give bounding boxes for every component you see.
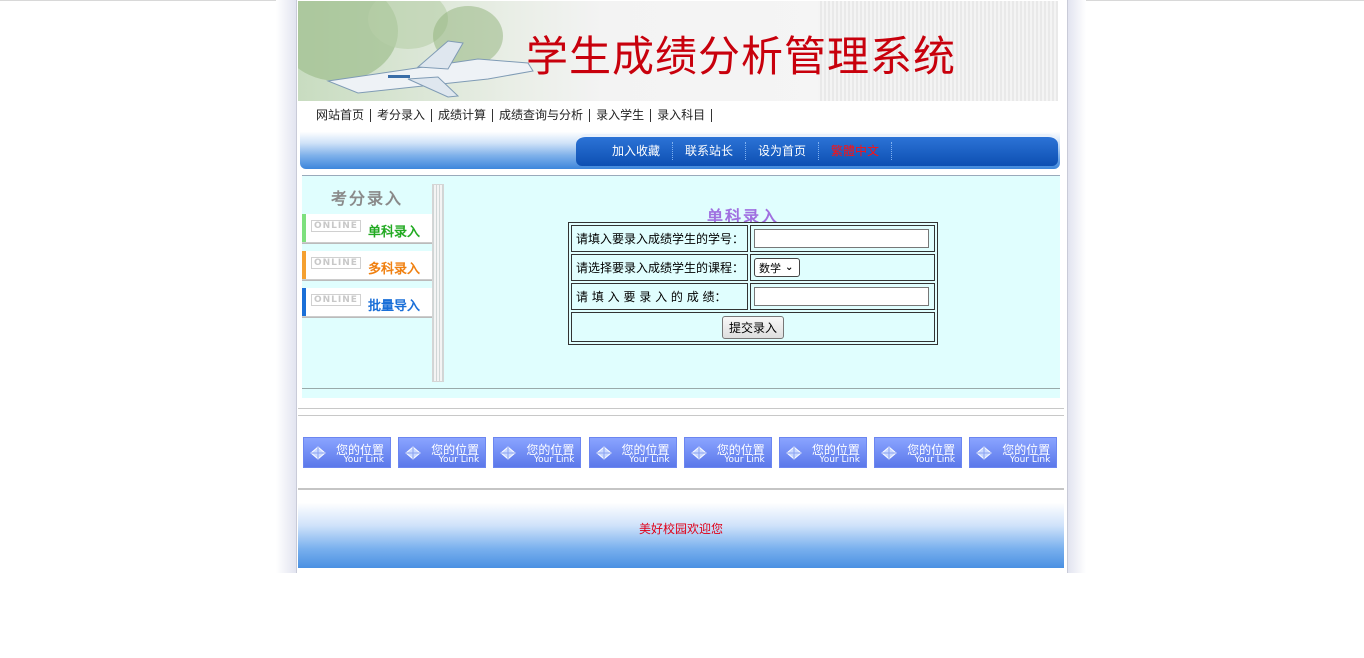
sidebar-item-single-entry[interactable]: ONLINE 单科录入 (302, 214, 432, 243)
page-shadow-left (276, 0, 296, 573)
sidebar-item-label: 批量导入 (367, 299, 420, 314)
link-buttons-row: 您的位置 Your Link 您的位置 Your Link 您的位置 Your … (303, 437, 1061, 468)
gem-icon (690, 446, 707, 460)
course-label: 请选择要录入成绩学生的课程： (571, 254, 748, 281)
divider (298, 415, 1064, 416)
gem-icon (976, 446, 993, 460)
link-button[interactable]: 您的位置 Your Link (683, 437, 772, 468)
footer: 美好校园欢迎您 (298, 491, 1064, 568)
set-homepage-link[interactable]: 设为首页 (746, 142, 820, 160)
page-shadow-right (1068, 0, 1086, 573)
link-button[interactable]: 您的位置 Your Link (969, 437, 1058, 468)
sidebar-item-accent (302, 214, 306, 242)
score-label: 请 填 入 要 录 入 的 成 绩： (571, 283, 748, 310)
traditional-chinese-link[interactable]: 繁體中文 (819, 142, 893, 160)
gem-icon (786, 446, 802, 460)
link-button-subtitle: Your Link (343, 455, 384, 465)
footer-welcome-text: 美好校园欢迎您 (638, 522, 723, 536)
sidebar-heading: 考分录入 (330, 189, 403, 208)
sidebar-item-multi-entry[interactable]: ONLINE 多科录入 (302, 251, 432, 280)
link-button-subtitle: Your Link (533, 455, 575, 465)
online-badge: ONLINE (311, 294, 361, 306)
link-button[interactable]: 您的位置 Your Link (303, 437, 391, 468)
nav-link-score-calc[interactable]: 成绩计算 (432, 109, 494, 122)
nav-link-add-subject[interactable]: 录入科目 (651, 109, 713, 122)
link-button-subtitle: Your Link (914, 455, 956, 465)
gem-icon (881, 446, 897, 460)
add-favorite-link[interactable]: 加入收藏 (600, 142, 674, 160)
sub-navbar: 加入收藏 联系站长 设为首页 繁體中文 (576, 134, 1058, 166)
gem-icon (595, 446, 612, 460)
gem-icon (310, 446, 326, 460)
link-button-subtitle: Your Link (438, 455, 480, 465)
sidebar: 考分录入 ONLINE 单科录入 ONLINE 多科录入 ONLINE 批量导入 (302, 184, 432, 325)
nav-link-add-student[interactable]: 录入学生 (590, 109, 652, 122)
top-nav-links: 网站首页 考分录入 成绩计算 成绩查询与分析 录入学生 录入科目 (316, 109, 713, 122)
course-selected-value: 数学 (759, 261, 781, 275)
chevron-down-icon: ⌄ (785, 262, 794, 273)
link-button-subtitle: Your Link (819, 455, 860, 465)
online-badge: ONLINE (311, 220, 361, 232)
nav-link-score-query[interactable]: 成绩查询与分析 (493, 109, 591, 122)
link-button[interactable]: 您的位置 Your Link (778, 437, 867, 468)
sidebar-item-accent (302, 251, 306, 279)
content-bottom-divider (302, 388, 1060, 389)
link-button[interactable]: 您的位置 Your Link (493, 437, 582, 468)
header-banner: 学生成绩分析管理系统 (298, 1, 1058, 101)
sidebar-item-accent (302, 288, 306, 316)
sidebar-item-label: 单科录入 (367, 225, 420, 240)
sidebar-item-label: 多科录入 (367, 262, 420, 277)
link-button[interactable]: 您的位置 Your Link (874, 437, 963, 468)
submit-button[interactable]: 提交录入 (721, 315, 784, 339)
score-input[interactable] (754, 287, 929, 306)
content-area: 考分录入 ONLINE 单科录入 ONLINE 多科录入 ONLINE 批量导入… (302, 175, 1060, 398)
footer-divider (298, 488, 1064, 490)
sidebar-divider (432, 184, 444, 382)
link-button-subtitle: Your Link (629, 455, 670, 465)
gem-icon (500, 446, 517, 460)
sidebar-item-batch-import[interactable]: ONLINE 批量导入 (302, 288, 432, 317)
link-button-subtitle: Your Link (724, 455, 765, 465)
nav-link-score-entry[interactable]: 考分录入 (371, 109, 433, 122)
online-badge: ONLINE (311, 257, 361, 269)
link-button-subtitle: Your Link (1009, 455, 1051, 465)
site-title: 学生成绩分析管理系统 (526, 32, 957, 81)
course-select[interactable]: 数学 ⌄ (754, 258, 800, 277)
link-button[interactable]: 您的位置 Your Link (398, 437, 487, 468)
nav-link-home[interactable]: 网站首页 (316, 109, 372, 122)
contact-admin-link[interactable]: 联系站长 (673, 142, 747, 160)
student-id-input[interactable] (754, 229, 929, 248)
divider (298, 408, 1064, 409)
student-id-label: 请填入要录入成绩学生的学号： (571, 225, 748, 252)
score-entry-form: 请填入要录入成绩学生的学号： 请选择要录入成绩学生的课程： 数学 ⌄ 请 填 入… (568, 222, 938, 345)
link-button[interactable]: 您的位置 Your Link (588, 437, 677, 468)
gem-icon (405, 446, 421, 460)
